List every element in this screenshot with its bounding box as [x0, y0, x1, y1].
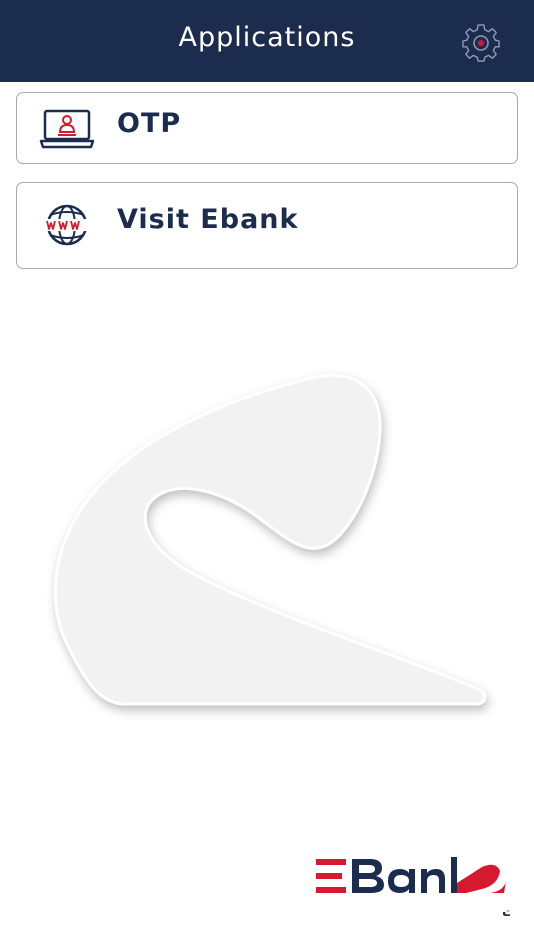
gear-icon[interactable] — [458, 22, 504, 64]
app-card-visit-ebank[interactable]: Visit Ebank — [16, 182, 518, 269]
laptop-user-icon — [39, 109, 95, 149]
ebank-logo: البنك المصري لتنمية الصادرات — [316, 857, 510, 920]
app-card-otp[interactable]: OTP — [16, 92, 518, 164]
page-title: Applications — [178, 22, 356, 53]
app-screen: Applications OTP Visit Ebank ت — [0, 0, 534, 950]
globe-www-icon — [43, 204, 91, 246]
logo-tagline: البنك المصري لتنمية الصادرات — [502, 905, 510, 920]
app-header: Applications — [0, 0, 534, 82]
app-card-label: OTP — [117, 108, 182, 139]
app-card-label: Visit Ebank — [117, 204, 299, 235]
ebank-swoosh-icon — [53, 373, 487, 706]
